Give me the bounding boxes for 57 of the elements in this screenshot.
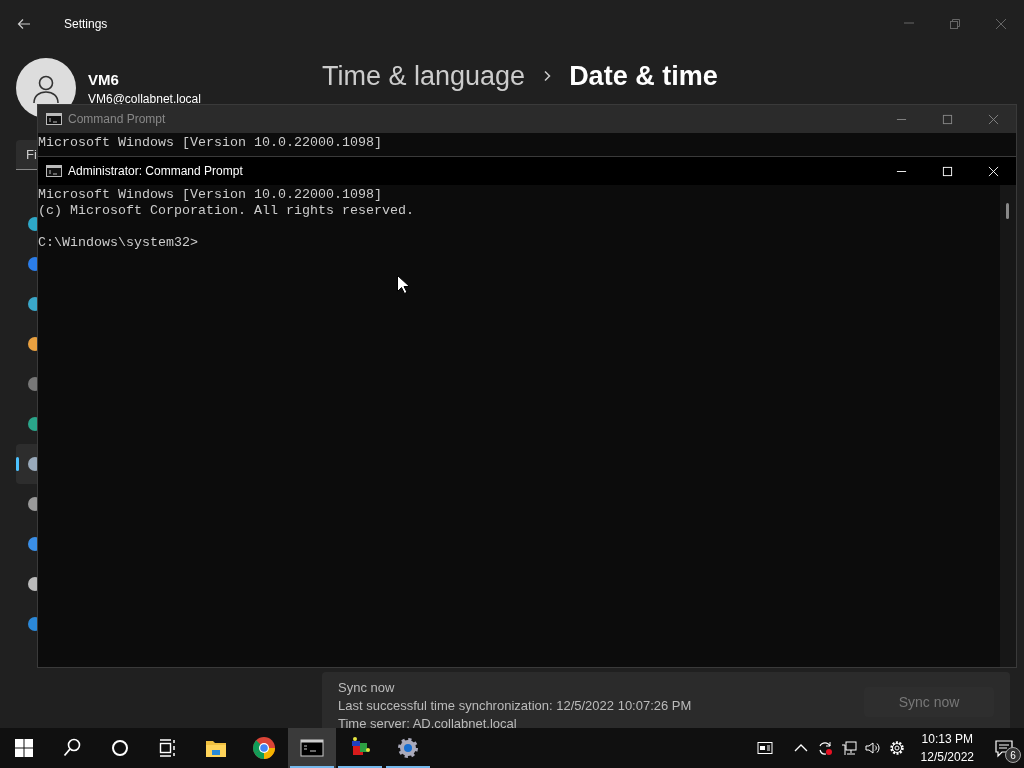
- close-icon: [995, 18, 1007, 30]
- user-email: VM6@collabnet.local: [88, 91, 201, 106]
- user-name: VM6: [88, 70, 120, 88]
- chrome-logo-icon: [252, 736, 276, 760]
- taskbar-button[interactable]: [288, 728, 336, 768]
- maximize-icon: [941, 113, 953, 125]
- setting-title: Sync now: [338, 680, 396, 695]
- close-icon: [987, 165, 999, 177]
- network-icon: [840, 740, 857, 756]
- scrollbar[interactable]: [1000, 185, 1016, 667]
- nav-item[interactable]: [16, 444, 38, 484]
- category-icon: [28, 336, 38, 352]
- category-icon: [28, 496, 38, 512]
- console-line: Microsoft Windows [Version 10.0.22000.1098]: [38, 187, 383, 203]
- back-button[interactable]: [16, 16, 32, 32]
- window-title: Command Prompt: [68, 112, 166, 126]
- sync-alert-icon: [816, 740, 833, 756]
- terminal-icon: [46, 113, 62, 125]
- category-icon: [28, 456, 38, 472]
- console-line: (c) Microsoft Corporation. All rights reserved.: [38, 203, 415, 219]
- back-arrow-icon: [16, 16, 32, 32]
- setting-description: Time server: AD.collabnet.local: [338, 716, 518, 731]
- window-title: Administrator: Command Prompt: [68, 164, 243, 178]
- category-icon: [28, 376, 38, 392]
- gear-icon: [396, 736, 420, 760]
- window-title: Settings: [64, 17, 108, 31]
- notification-count: 6: [1005, 747, 1021, 763]
- search-field[interactable]: Fi: [16, 140, 38, 170]
- widgets-icon: [756, 740, 773, 756]
- clock-date[interactable]: 12/5/2022: [920, 750, 974, 764]
- selection-indicator: [16, 457, 19, 471]
- console-line: Microsoft Windows [Version 10.0.22000.1098]: [38, 135, 383, 151]
- page-title: Date & time: [569, 60, 718, 92]
- gear-icon: [888, 740, 905, 756]
- volume-icon: [864, 740, 881, 756]
- terminal-icon: [46, 165, 62, 177]
- mouse-cursor-icon: [397, 275, 409, 294]
- notifications-button[interactable]: 6: [984, 728, 1024, 768]
- clock-time[interactable]: 10:13 PM: [921, 732, 973, 746]
- category-icon: [28, 296, 38, 312]
- category-icon: [28, 216, 38, 232]
- windows-logo-icon: [12, 736, 36, 760]
- category-icon: [28, 616, 38, 632]
- category-icon: [28, 576, 38, 592]
- command-prompt[interactable]: C:\Windows\system32>: [38, 235, 1000, 251]
- category-icon: [28, 536, 38, 552]
- category-icon: [28, 256, 38, 272]
- person-icon: [31, 73, 61, 103]
- restore-icon: [949, 18, 961, 30]
- close-icon: [987, 113, 999, 125]
- scroll-thumb[interactable]: [1006, 203, 1009, 219]
- category-icon: [28, 416, 38, 432]
- message-icon: [994, 738, 1014, 758]
- maximize-icon: [941, 165, 953, 177]
- terminal-icon: [300, 736, 324, 760]
- setting-description: Last successful time synchronization: 12/5/2022 10:07:26 PM: [338, 698, 692, 713]
- breadcrumb-link[interactable]: Time & language: [322, 60, 526, 92]
